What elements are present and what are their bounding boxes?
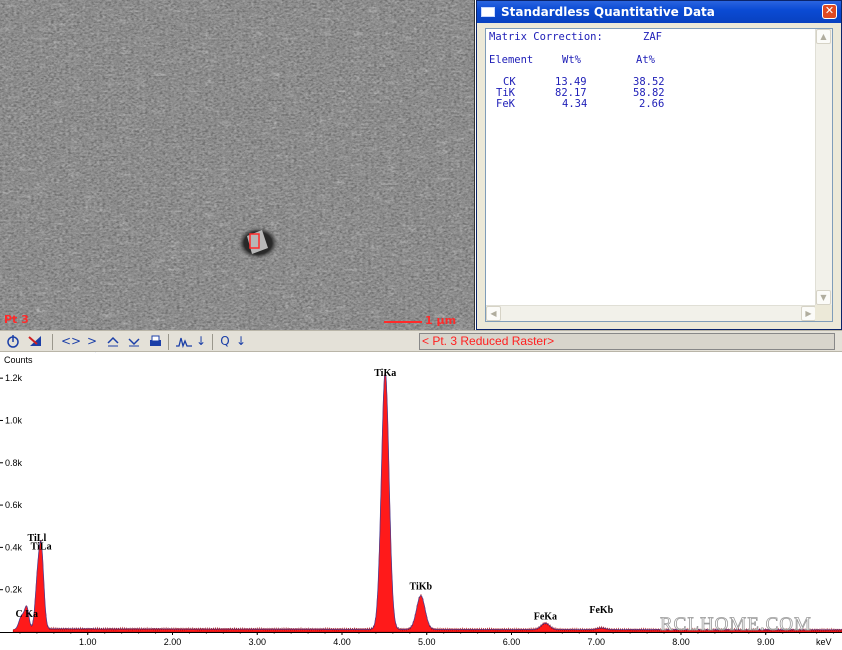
compress-vertical-icon[interactable]	[127, 334, 141, 349]
eds-spectrum-panel[interactable]: Counts 0.2k 0.4k 0.6k 0.8k 1.0k 1.2k 1.00 2.00 3.…	[0, 353, 842, 650]
spectrum-toolbar: <> >< ↓ Q ↓ < Pt. 3 Reduced Raster>	[0, 330, 842, 363]
quant-dialog: Standardless Quantitative Data ✕ Matrix …	[476, 0, 842, 330]
peak-label: TiLa	[31, 542, 52, 553]
x-tick-label: 1.00	[79, 637, 97, 647]
x-tick-label: 9.00	[757, 637, 775, 647]
peak-label: C Ka	[15, 609, 38, 620]
x-tick-label: 7.00	[587, 637, 605, 647]
y-tick-label: 1.2k	[5, 373, 23, 383]
results-text: Matrix Correction: ZAF Element Wt% At% C…	[488, 31, 814, 305]
expand-vertical-icon[interactable]	[106, 334, 120, 349]
results-textbox[interactable]: Matrix Correction: ZAF Element Wt% At% C…	[485, 28, 833, 322]
toolbar-separator	[168, 334, 169, 350]
scroll-corner	[815, 305, 832, 321]
x-tick-label: 5.00	[418, 637, 436, 647]
eds-spectrum-chart[interactable]: Counts 0.2k 0.4k 0.6k 0.8k 1.0k 1.2k 1.00 2.00 3.…	[0, 353, 842, 650]
down-arrow-icon[interactable]: ↓	[195, 334, 207, 349]
zoom-icon[interactable]: Q	[218, 334, 232, 349]
vertical-scrollbar[interactable]: ▲ ▼	[815, 29, 832, 305]
scale-label: 1 µm	[425, 314, 457, 327]
y-axis-label: Counts	[4, 355, 33, 365]
x-axis-label: keV	[816, 637, 832, 647]
peak-label: FeKb	[589, 605, 613, 616]
sem-micrograph	[0, 0, 474, 330]
x-tick-label: 4.00	[333, 637, 351, 647]
watermark: RCLHOME.COM	[660, 614, 812, 635]
scroll-right-icon[interactable]: ▶	[801, 306, 816, 321]
row-wt: 4.34	[562, 98, 588, 110]
point-label: Pt 3	[4, 313, 29, 326]
col-element: Element	[489, 54, 534, 66]
scroll-left-icon[interactable]: ◀	[486, 306, 501, 321]
dialog-title: Standardless Quantitative Data	[501, 5, 715, 19]
spectrum-area	[12, 370, 842, 633]
matrix-correction-value: ZAF	[643, 31, 662, 43]
y-tick-label: 0.2k	[5, 585, 23, 595]
x-tick-label: 6.00	[503, 637, 521, 647]
y-tick-label: 0.4k	[5, 542, 23, 552]
col-at: At%	[636, 54, 655, 66]
y-tick-label: 1.0k	[5, 415, 23, 425]
horizontal-scrollbar[interactable]: ◀ ▶	[486, 305, 816, 321]
scale-bar	[384, 321, 422, 323]
peak-label: TiKa	[374, 368, 396, 379]
x-tick-label: 8.00	[672, 637, 690, 647]
spectrum-title: < Pt. 3 Reduced Raster>	[422, 334, 555, 348]
spectrum-title-box: < Pt. 3 Reduced Raster>	[419, 333, 835, 350]
x-tick-label: 2.00	[164, 637, 182, 647]
x-tick-label: 3.00	[248, 637, 266, 647]
dialog-titlebar[interactable]: Standardless Quantitative Data ✕	[477, 1, 841, 23]
toolbar-separator	[52, 334, 53, 350]
print-icon[interactable]	[148, 334, 162, 349]
y-tick-label: 0.8k	[5, 458, 23, 468]
scroll-up-icon[interactable]: ▲	[816, 29, 831, 44]
matrix-correction-label: Matrix Correction:	[489, 31, 603, 43]
col-wt: Wt%	[562, 54, 581, 66]
row-at: 2.66	[639, 98, 665, 110]
peak-label: TiKb	[410, 582, 433, 593]
row-element: FeK	[496, 98, 515, 110]
close-button[interactable]: ✕	[822, 4, 837, 19]
down-arrow-icon[interactable]: ↓	[235, 334, 247, 349]
toolbar-separator	[212, 334, 213, 350]
compress-horizontal-icon[interactable]: ><	[84, 334, 100, 363]
marker-icon[interactable]	[5, 334, 21, 349]
window-icon	[481, 7, 495, 17]
expand-horizontal-icon[interactable]: <>	[61, 334, 81, 349]
scroll-down-icon[interactable]: ▼	[816, 290, 831, 305]
peak-id-icon[interactable]	[176, 334, 192, 349]
tool-icon[interactable]	[27, 334, 43, 349]
y-tick-label: 0.6k	[5, 500, 23, 510]
peak-label: FeKa	[534, 611, 557, 622]
sem-image-panel: Pt 3 1 µm	[0, 0, 475, 330]
